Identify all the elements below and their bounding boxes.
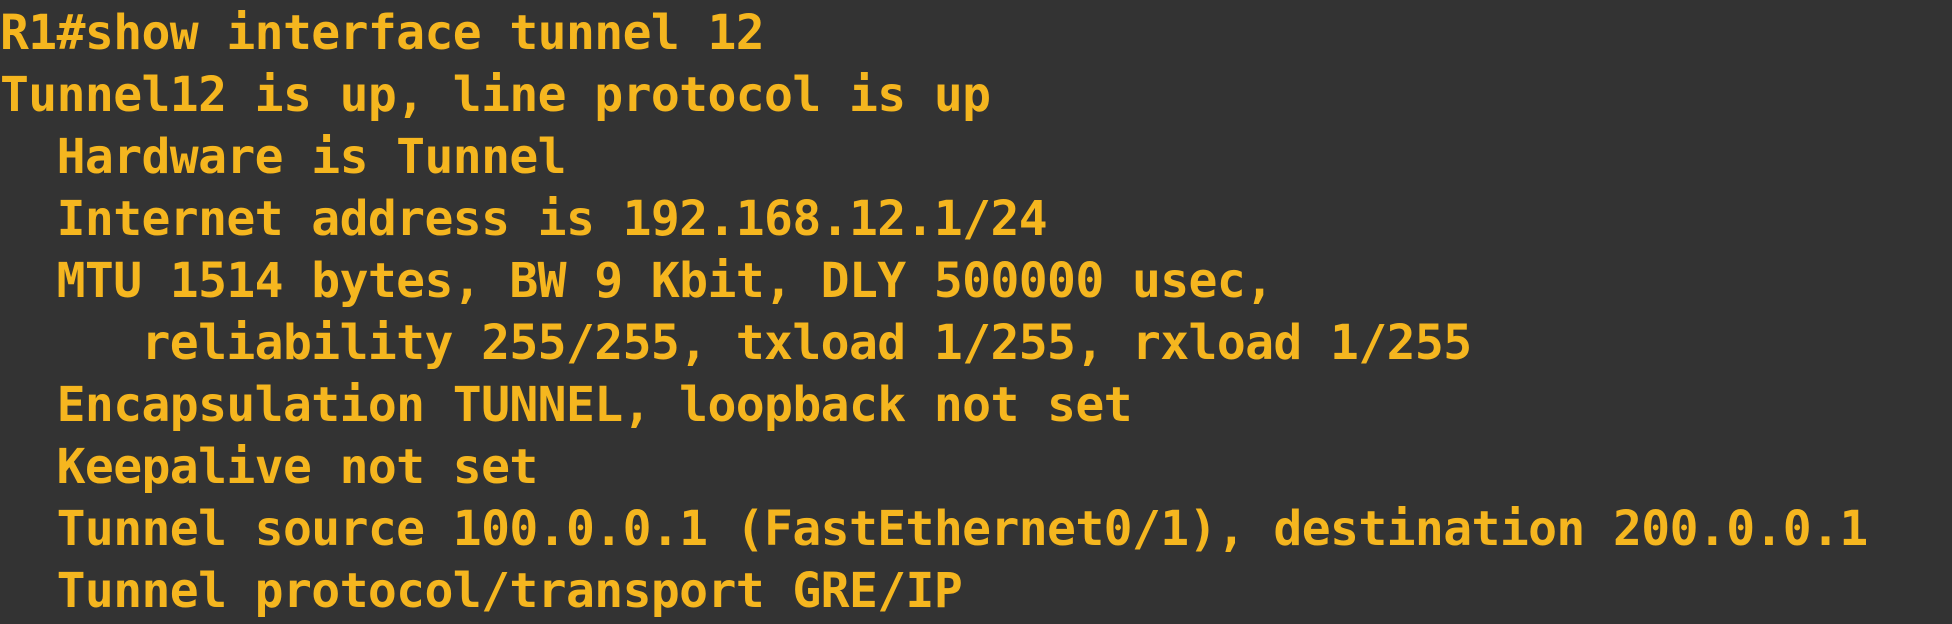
output-line-mtu: MTU 1514 bytes, BW 9 Kbit, DLY 500000 us…	[0, 253, 1274, 309]
output-line-encapsulation: Encapsulation TUNNEL, loopback not set	[0, 377, 1133, 433]
output-line-reliability: reliability 255/255, txload 1/255, rxloa…	[0, 315, 1472, 371]
output-line-status: Tunnel12 is up, line protocol is up	[0, 67, 991, 123]
command-line: R1#show interface tunnel 12	[0, 5, 765, 61]
output-line-tunnel-source: Tunnel source 100.0.0.1 (FastEthernet0/1…	[0, 501, 1869, 557]
output-line-tunnel-protocol: Tunnel protocol/transport GRE/IP	[0, 563, 963, 619]
output-line-keepalive: Keepalive not set	[0, 439, 539, 495]
output-line-address: Internet address is 192.168.12.1/24	[0, 191, 1048, 247]
terminal-output: R1#show interface tunnel 12 Tunnel12 is …	[0, 0, 1952, 624]
output-line-hardware: Hardware is Tunnel	[0, 129, 567, 185]
